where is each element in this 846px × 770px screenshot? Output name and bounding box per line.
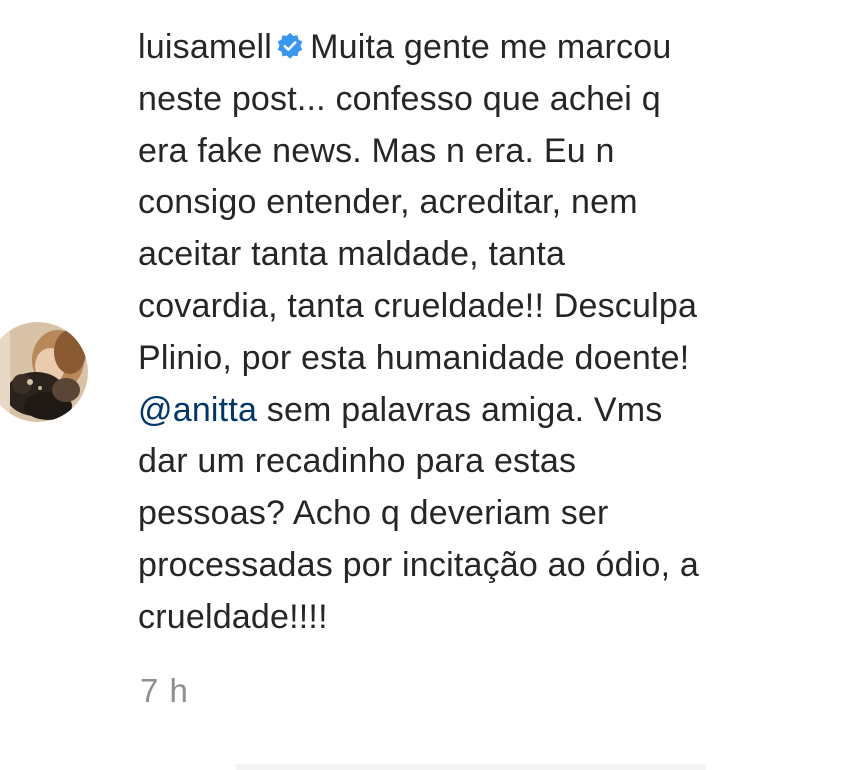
comment-line-12: crueldade!!!!	[138, 597, 328, 636]
comment-line-8: @anitta sem palavras amiga. Vms	[138, 385, 838, 437]
username-link[interactable]: luisamell	[138, 28, 272, 66]
comment-line-8-text: sem palavras amiga. Vms	[266, 390, 663, 429]
comment-line-4: consigo entender, acreditar, nem	[138, 183, 638, 222]
comment: luisamell Muita gente me marcou neste pos…	[0, 0, 846, 770]
comment-line-11: processadas por incitação ao ódio, a	[138, 545, 699, 584]
timestamp[interactable]: 7 h	[140, 672, 189, 710]
comment-line-1: luisamell Muita gente me marcou	[138, 22, 838, 74]
comment-line-9: dar um recadinho para estas	[138, 442, 577, 481]
comment-line-5: aceitar tanta maldade, tanta	[138, 235, 566, 274]
comment-line-2: neste post... confesso que achei q	[138, 79, 661, 118]
comment-line-7: Plinio, por esta humanidade doente!	[138, 338, 690, 377]
mention-link[interactable]: @anitta	[138, 391, 257, 429]
avatar[interactable]	[0, 322, 88, 422]
avatar-photo	[0, 322, 88, 422]
divider	[236, 764, 706, 770]
comment-line-6: covardia, tanta crueldade!! Desculpa	[138, 286, 698, 325]
comment-text: luisamell Muita gente me marcou neste pos…	[138, 22, 838, 644]
verified-badge-icon	[277, 32, 303, 59]
comment-line-3: era fake news. Mas n era. Eu n	[138, 131, 615, 170]
comment-line-10: pessoas? Acho q deveriam ser	[138, 494, 609, 533]
comment-line-1-text: Muita gente me marcou	[310, 28, 672, 66]
